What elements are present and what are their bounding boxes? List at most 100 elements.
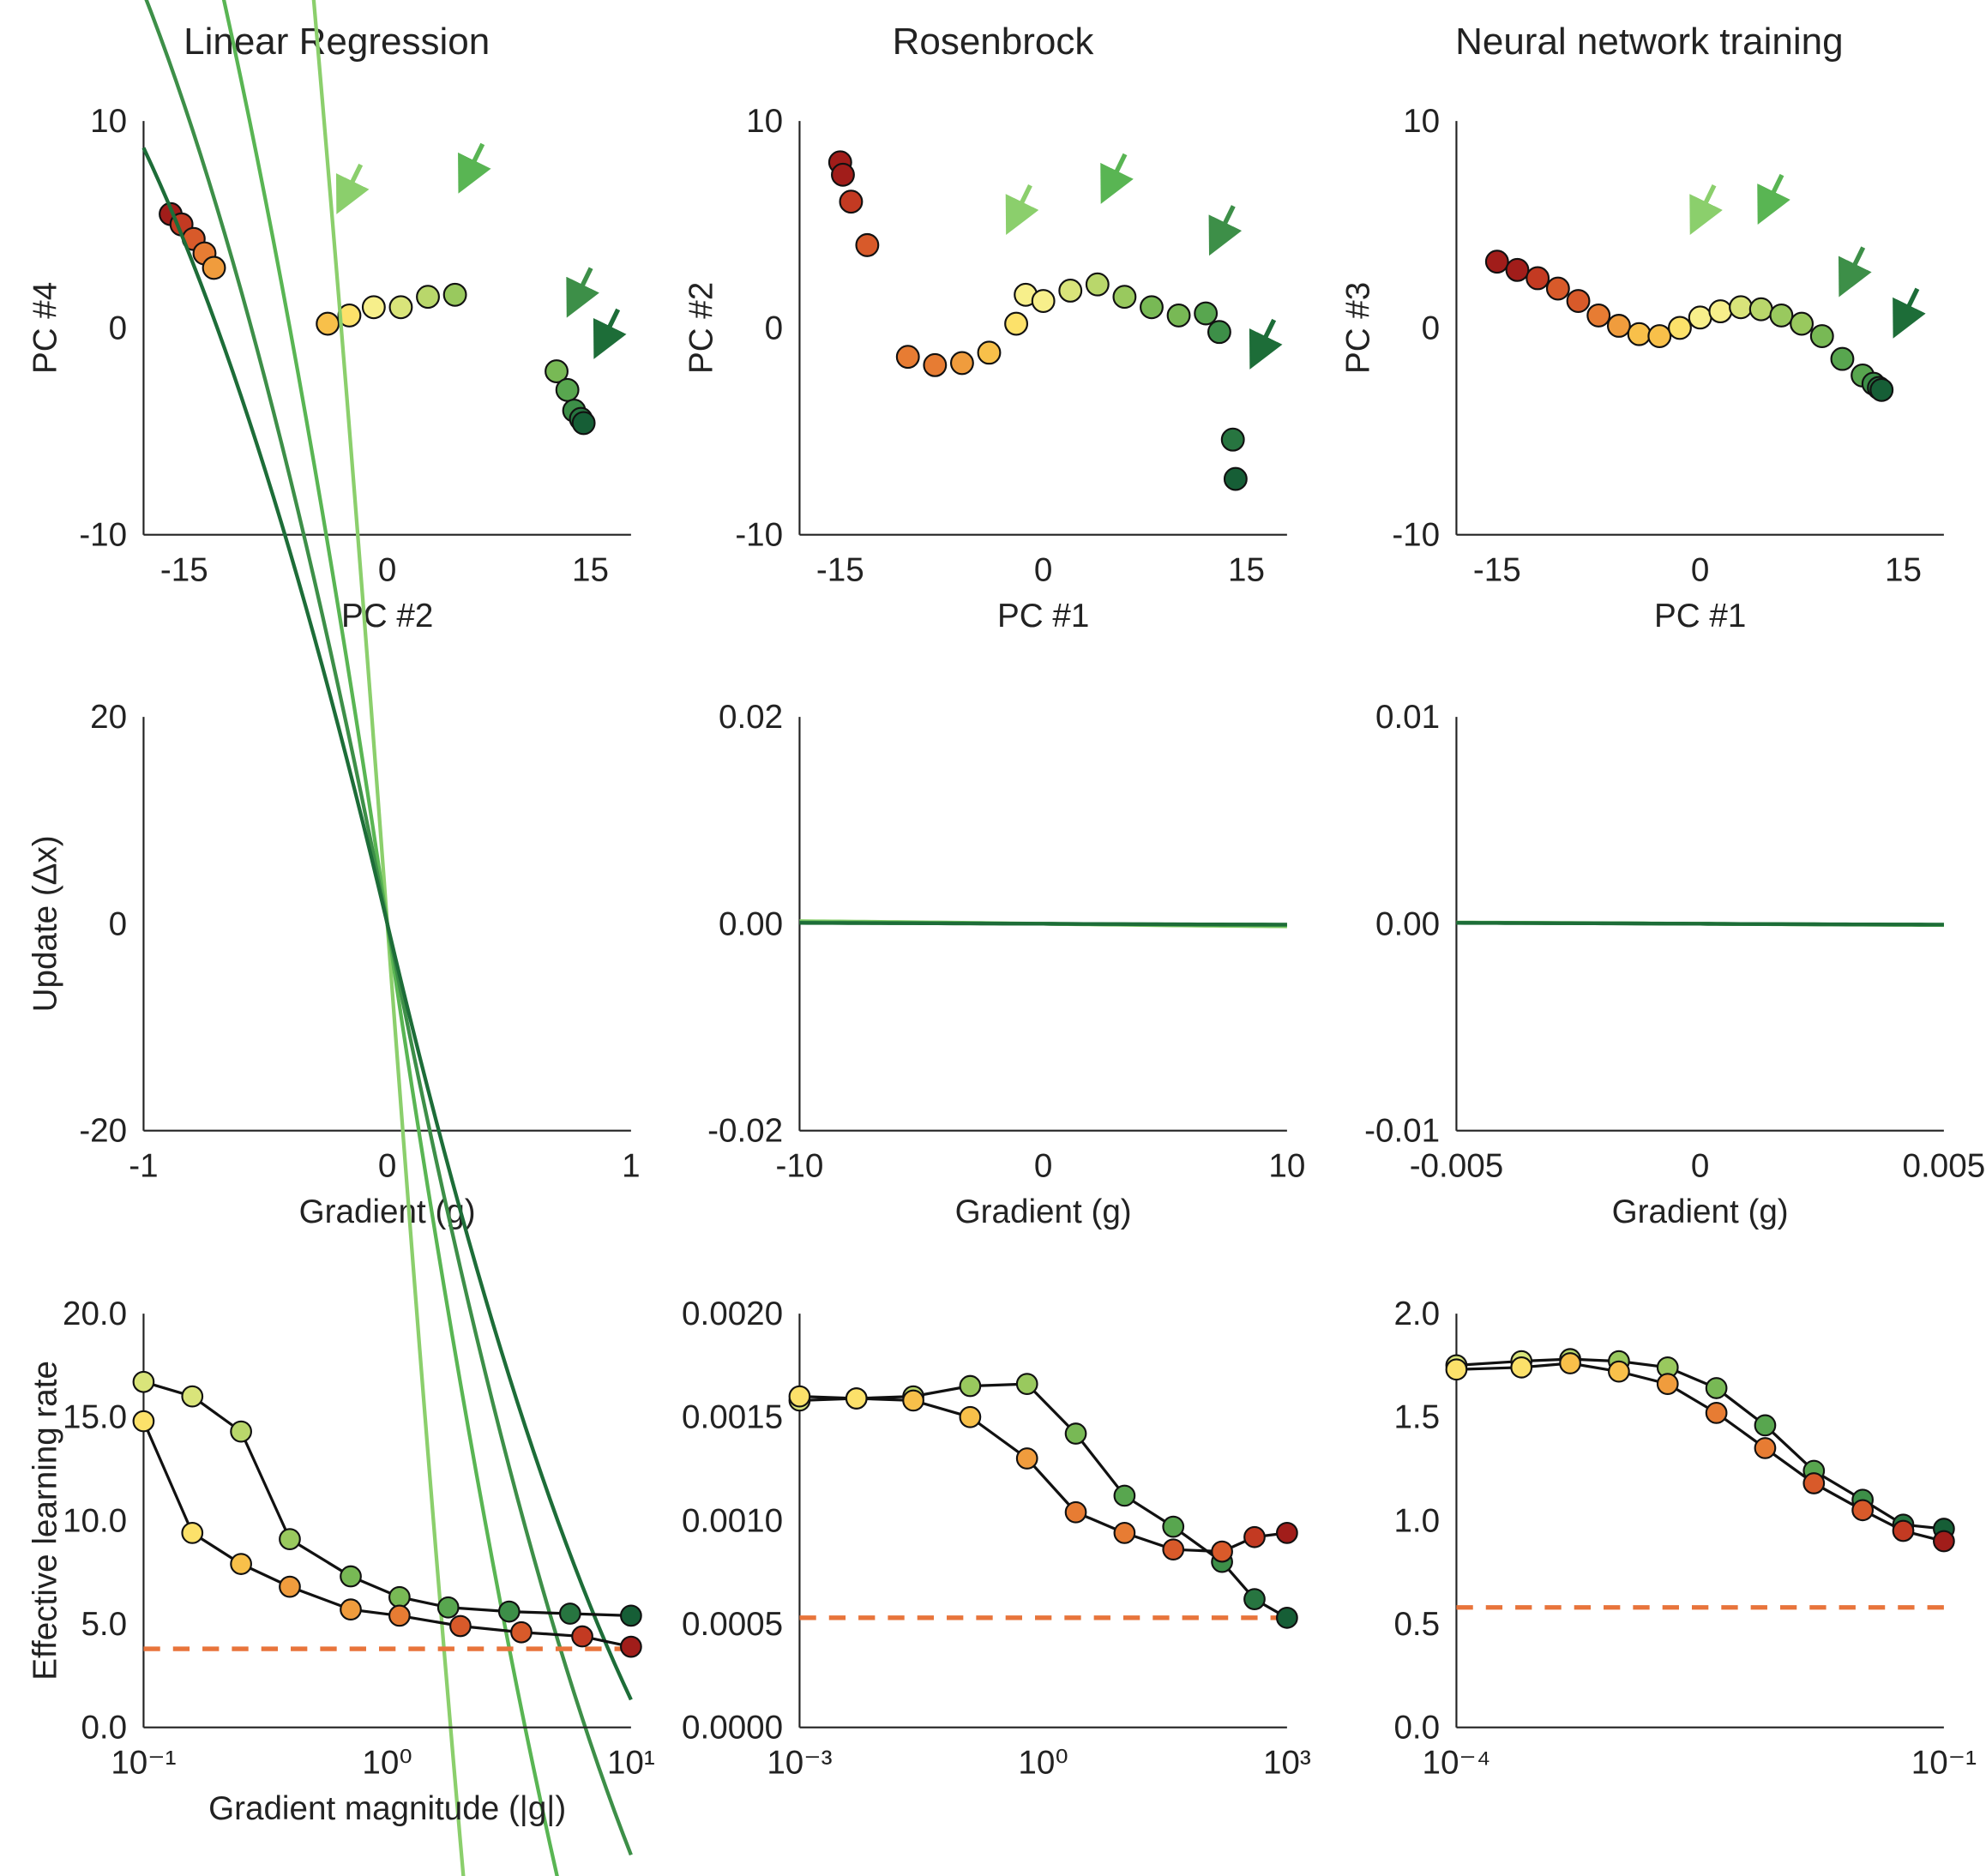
svg-text:1: 1 — [622, 1148, 640, 1185]
scatter-point — [1222, 429, 1244, 451]
svg-text:0: 0 — [765, 310, 783, 346]
elr-point — [621, 1605, 641, 1626]
svg-text:10.0: 10.0 — [63, 1502, 127, 1539]
svg-text:20.0: 20.0 — [63, 1296, 127, 1332]
column-title: Neural network training — [1337, 21, 1962, 63]
svg-text:15: 15 — [1228, 551, 1265, 588]
arrow-icon — [571, 268, 592, 310]
scatter-point — [1140, 296, 1163, 318]
svg-text:1.0: 1.0 — [1393, 1502, 1440, 1539]
svg-text:0.0010: 0.0010 — [682, 1502, 783, 1539]
svg-text:0.005: 0.005 — [1902, 1148, 1985, 1185]
elr-point — [1609, 1362, 1629, 1382]
elr-trace — [143, 1381, 630, 1615]
pc-scatter-panel: -15015-10010PC #1PC #3 — [1337, 79, 1962, 659]
elr-point — [280, 1576, 300, 1596]
scatter-point — [1526, 268, 1549, 290]
svg-text:-0.02: -0.02 — [707, 1113, 783, 1150]
elr-point — [1017, 1374, 1038, 1394]
arrow-icon — [1254, 320, 1274, 361]
svg-text:0.01: 0.01 — [1375, 699, 1440, 736]
svg-text:-15: -15 — [160, 551, 208, 588]
svg-text:10⁰: 10⁰ — [362, 1744, 412, 1781]
arrow-icon — [462, 144, 483, 185]
arrow-icon — [1213, 206, 1234, 247]
svg-text:0: 0 — [1034, 1148, 1052, 1185]
scatter-point — [978, 342, 1001, 364]
svg-text:0: 0 — [378, 551, 396, 588]
scatter-point — [316, 313, 339, 335]
scatter-point — [1168, 304, 1190, 327]
arrow-icon — [1010, 185, 1031, 226]
scatter-point — [1567, 290, 1589, 312]
arrow-icon — [598, 310, 618, 351]
scatter-point — [1770, 304, 1792, 327]
elr-point — [1277, 1608, 1297, 1628]
svg-text:PC #4: PC #4 — [27, 282, 64, 374]
update-panel: -101-20020Gradient (g)Update (Δx) — [24, 675, 649, 1255]
scatter-point — [1790, 313, 1813, 335]
svg-text:Update (Δx): Update (Δx) — [27, 836, 64, 1013]
svg-text:10⁰: 10⁰ — [1019, 1744, 1068, 1781]
scatter-point — [951, 352, 973, 375]
svg-text:10: 10 — [746, 103, 783, 140]
elr-point — [1066, 1423, 1086, 1444]
elr-point — [1066, 1502, 1086, 1523]
elr-point — [499, 1601, 520, 1621]
scatter-point — [1608, 315, 1630, 337]
svg-text:PC #1: PC #1 — [997, 598, 1089, 634]
svg-text:-15: -15 — [1473, 551, 1521, 588]
scatter-point — [573, 412, 595, 435]
svg-text:0.00: 0.00 — [719, 906, 783, 943]
elr-trace — [800, 1396, 1287, 1551]
elr-point — [1934, 1530, 1954, 1551]
svg-text:10: 10 — [1269, 1148, 1306, 1185]
elr-point — [182, 1386, 202, 1406]
svg-text:-1: -1 — [129, 1148, 158, 1185]
elr-point — [621, 1636, 641, 1657]
scatter-point — [1060, 280, 1082, 302]
svg-text:0: 0 — [1691, 1148, 1709, 1185]
scatter-point — [1506, 259, 1528, 281]
scatter-point — [417, 286, 439, 308]
svg-text:10⁻⁴: 10⁻⁴ — [1422, 1744, 1490, 1781]
svg-text:0.0015: 0.0015 — [682, 1398, 783, 1435]
svg-text:-20: -20 — [79, 1113, 127, 1150]
elr-point — [1017, 1448, 1038, 1469]
svg-text:1.5: 1.5 — [1393, 1398, 1440, 1435]
scatter-point — [1208, 321, 1231, 343]
column-title: Linear Regression — [24, 21, 649, 63]
elr-point — [340, 1599, 361, 1620]
svg-text:10⁻¹: 10⁻¹ — [1911, 1744, 1976, 1781]
svg-text:0: 0 — [378, 1148, 396, 1185]
svg-text:-0.005: -0.005 — [1409, 1148, 1502, 1185]
svg-text:0.0020: 0.0020 — [682, 1296, 783, 1332]
scatter-point — [840, 190, 863, 213]
elr-point — [280, 1529, 300, 1549]
svg-text:15.0: 15.0 — [63, 1398, 127, 1435]
elr-point — [134, 1410, 154, 1431]
scatter-point — [1587, 304, 1610, 327]
update-curve — [1456, 923, 1943, 925]
svg-text:15: 15 — [572, 551, 609, 588]
svg-text:0.00: 0.00 — [1375, 906, 1440, 943]
svg-text:0: 0 — [1691, 551, 1709, 588]
elr-point — [1245, 1527, 1266, 1548]
svg-text:0: 0 — [1421, 310, 1439, 346]
elr-point — [1115, 1485, 1135, 1506]
update-panel: -10010-0.020.000.02Gradient (g) — [680, 675, 1305, 1255]
svg-text:0.5: 0.5 — [1393, 1606, 1440, 1643]
scatter-point — [897, 346, 919, 368]
svg-text:0.0: 0.0 — [1393, 1709, 1440, 1746]
elr-point — [572, 1626, 593, 1646]
elr-point — [231, 1422, 251, 1442]
scatter-point — [924, 354, 947, 376]
arrow-icon — [1897, 289, 1917, 330]
scatter-point — [1486, 250, 1508, 273]
svg-text:-10: -10 — [776, 1148, 824, 1185]
column-title: Rosenbrock — [680, 21, 1305, 63]
elr-point — [846, 1388, 867, 1409]
scatter-point — [1749, 298, 1772, 321]
scatter-point — [1730, 296, 1752, 318]
svg-text:10⁻³: 10⁻³ — [767, 1744, 833, 1781]
